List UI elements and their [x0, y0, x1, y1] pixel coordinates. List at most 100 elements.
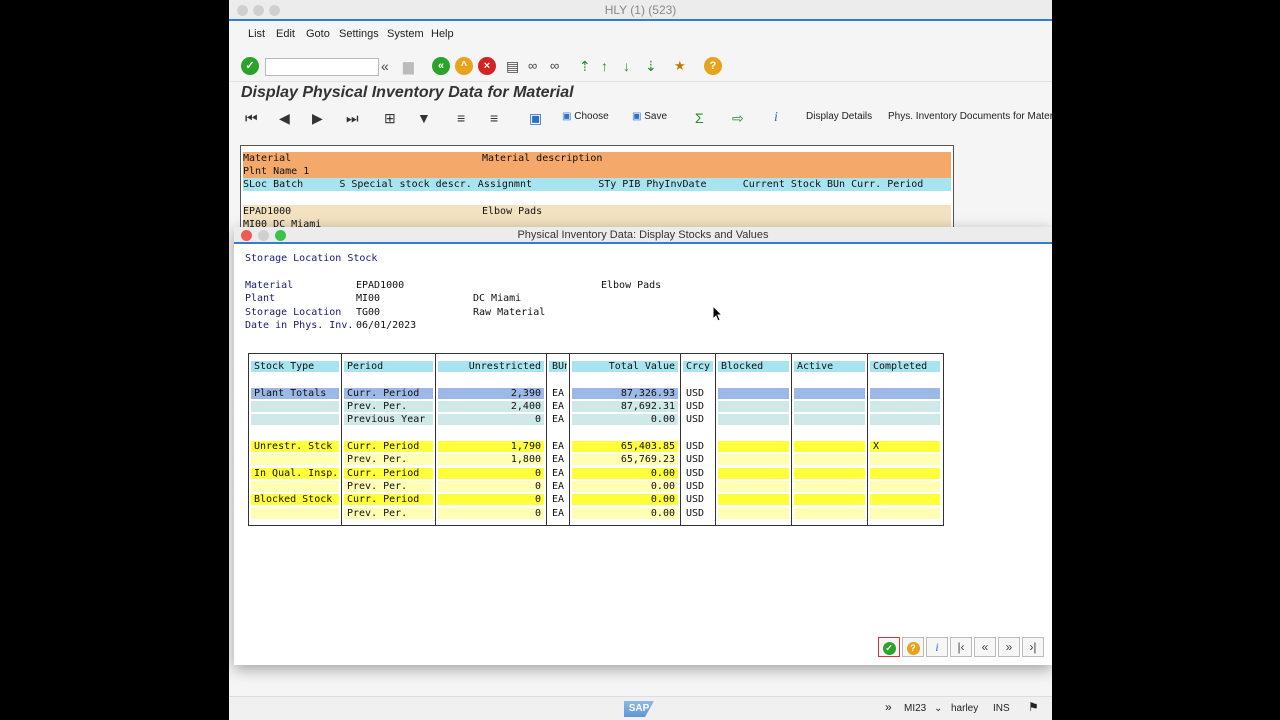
- user-name: harley: [951, 703, 979, 714]
- transaction-code[interactable]: MI23: [904, 703, 926, 714]
- last-icon[interactable]: ⏭: [346, 110, 359, 126]
- plant-description: DC Miami: [473, 293, 522, 304]
- column-header-period[interactable]: Period: [344, 361, 433, 372]
- date-label: Date in Phys. Inv.: [245, 320, 354, 331]
- table-cell-stock-type[interactable]: Unrestr. Stck: [251, 441, 339, 452]
- close-window-button[interactable]: [237, 5, 248, 16]
- table-cell-stock-type[interactable]: [251, 481, 339, 492]
- export-icon[interactable]: ⇨: [732, 110, 744, 126]
- previous-icon[interactable]: ◀: [279, 110, 290, 126]
- status-flag-icon[interactable]: ⚑: [1028, 700, 1039, 714]
- table-cell-period[interactable]: Prev. Per.: [344, 508, 433, 519]
- column-header-completed[interactable]: Completed: [870, 361, 940, 372]
- column-header-crcy[interactable]: Crcy: [683, 361, 713, 372]
- list-header-row2: Plnt Name 1: [243, 165, 951, 178]
- table-cell-period[interactable]: Curr. Period: [344, 494, 433, 505]
- close-dialog-button[interactable]: [241, 230, 252, 241]
- print-icon[interactable]: ▤: [506, 57, 524, 75]
- display-details-button[interactable]: Display Details: [806, 111, 872, 122]
- table-cell-period[interactable]: Curr. Period: [344, 441, 433, 452]
- table-cell-stock-type[interactable]: Blocked Stock: [251, 494, 339, 505]
- info-button[interactable]: i: [926, 637, 948, 657]
- column-header-unrestricted[interactable]: Unrestricted: [438, 361, 544, 372]
- column-header-active[interactable]: Active: [794, 361, 865, 372]
- save-button[interactable]: ▣ Save: [632, 111, 667, 122]
- storage-location-description: Raw Material: [473, 307, 546, 318]
- phys-inventory-docs-button[interactable]: Phys. Inventory Documents for Mater: [888, 111, 1052, 122]
- column-header-blocked[interactable]: Blocked: [718, 361, 789, 372]
- find-next-icon[interactable]: ∞: [550, 57, 568, 75]
- table-cell-period[interactable]: Prev. Per.: [344, 481, 433, 492]
- info-icon: i: [935, 640, 939, 654]
- last-page-button[interactable]: ›|: [1022, 637, 1044, 657]
- table-cell-active: [794, 468, 865, 479]
- table-cell-completed: [870, 468, 940, 479]
- table-cell-period[interactable]: Prev. Per.: [344, 401, 433, 412]
- table-cell-period[interactable]: Previous Year: [344, 414, 433, 425]
- exit-icon[interactable]: ^: [455, 57, 473, 75]
- table-cell-total-value: 0.00: [572, 494, 678, 505]
- material-value: EPAD1000: [356, 280, 405, 291]
- table-cell-total-value: 65,769.23: [572, 454, 678, 465]
- table-cell-stock-type[interactable]: In Qual. Insp.: [251, 468, 339, 479]
- cancel-icon[interactable]: ×: [478, 57, 496, 75]
- previous-page-button[interactable]: «: [974, 637, 996, 657]
- sort-ascending-icon[interactable]: ≡: [457, 110, 465, 126]
- table-cell-total-value: 87,692.31: [572, 401, 678, 412]
- next-page-icon[interactable]: ↓: [623, 57, 641, 75]
- sum-icon[interactable]: Σ: [695, 110, 704, 126]
- next-page-icon: »: [1005, 640, 1013, 654]
- save-disk-icon[interactable]: ▆: [403, 57, 421, 75]
- info-icon[interactable]: i: [774, 110, 778, 126]
- help-icon[interactable]: ?: [704, 57, 722, 75]
- table-cell-stock-type[interactable]: [251, 454, 339, 465]
- maximize-window-button[interactable]: [269, 5, 280, 16]
- continue-button[interactable]: ✓: [878, 637, 900, 657]
- menu-edit[interactable]: Edit: [276, 28, 295, 40]
- status-expand-icon[interactable]: »: [885, 700, 892, 714]
- chevron-down-icon[interactable]: ⌄: [934, 703, 942, 714]
- filter-icon[interactable]: ▼: [417, 110, 431, 126]
- first-page-icon[interactable]: ⇡: [579, 57, 597, 75]
- chevron-left-double-icon[interactable]: «: [381, 57, 399, 75]
- table-cell-period[interactable]: Curr. Period: [344, 388, 433, 399]
- minimize-window-button[interactable]: [253, 5, 264, 16]
- table-cell-stock-type[interactable]: Plant Totals: [251, 388, 339, 399]
- input-mode[interactable]: INS: [993, 703, 1010, 714]
- table-cell-stock-type[interactable]: [251, 508, 339, 519]
- command-field[interactable]: [265, 58, 379, 76]
- find-icon[interactable]: ∞: [528, 57, 546, 75]
- table-cell-period[interactable]: Curr. Period: [344, 468, 433, 479]
- sort-descending-icon[interactable]: ≡: [490, 110, 498, 126]
- menu-system[interactable]: System: [387, 28, 424, 40]
- menu-help[interactable]: Help: [431, 28, 454, 40]
- menu-settings[interactable]: Settings: [339, 28, 379, 40]
- next-icon[interactable]: ▶: [312, 110, 323, 126]
- help-button[interactable]: ?: [902, 637, 924, 657]
- table-cell-unrestricted: 1,800: [438, 454, 544, 465]
- list-item[interactable]: EPAD1000 Elbow Pads: [243, 205, 951, 218]
- filter-find-icon[interactable]: ⊞: [384, 110, 396, 126]
- maximize-dialog-button[interactable]: [275, 230, 286, 241]
- enter-check-icon[interactable]: ✓: [241, 57, 259, 75]
- table-cell-bun: EA: [549, 414, 567, 425]
- menu-list[interactable]: List: [248, 28, 265, 40]
- first-page-button[interactable]: |‹: [950, 637, 972, 657]
- table-cell-stock-type[interactable]: [251, 401, 339, 412]
- previous-page-icon[interactable]: ↑: [601, 57, 619, 75]
- next-page-button[interactable]: »: [998, 637, 1020, 657]
- table-cell-stock-type[interactable]: [251, 414, 339, 425]
- minimize-dialog-button[interactable]: [258, 230, 269, 241]
- table-cell-completed: [870, 481, 940, 492]
- back-icon[interactable]: «: [432, 57, 450, 75]
- choose-button[interactable]: ▣ Choose: [562, 111, 609, 122]
- column-header-bun[interactable]: BUn: [549, 361, 567, 372]
- layout-icon[interactable]: ▣: [529, 110, 542, 126]
- first-icon[interactable]: ⏮: [245, 110, 258, 126]
- column-header-stock-type[interactable]: Stock Type: [251, 361, 339, 372]
- table-cell-period[interactable]: Prev. Per.: [344, 454, 433, 465]
- last-page-icon[interactable]: ⇣: [645, 57, 663, 75]
- column-header-total-value[interactable]: Total Value: [572, 361, 678, 372]
- menu-goto[interactable]: Goto: [306, 28, 330, 40]
- new-session-icon[interactable]: ★: [674, 57, 692, 75]
